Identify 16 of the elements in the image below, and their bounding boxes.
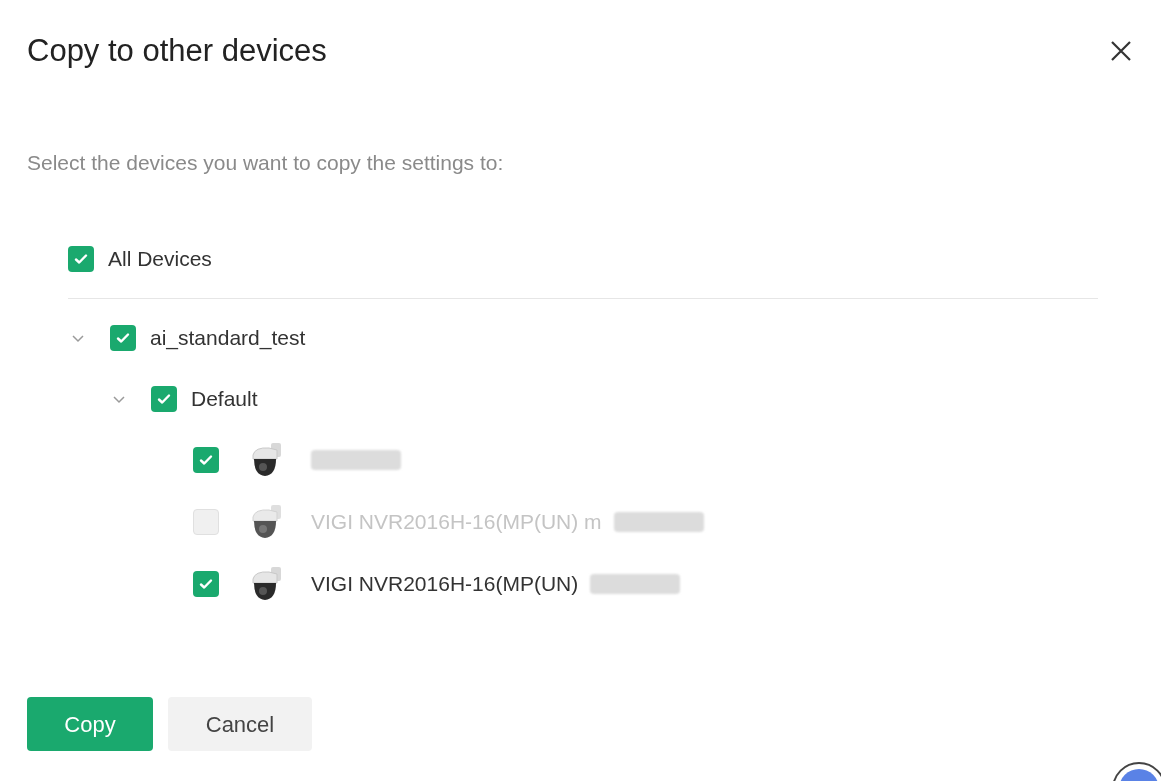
group-label: Default <box>191 385 258 412</box>
device-name: VIGI NVR2016H-16(MP(UN) m <box>311 509 602 536</box>
checkbox[interactable] <box>68 246 94 272</box>
check-icon <box>198 452 214 468</box>
check-icon <box>73 251 89 267</box>
checkbox[interactable] <box>110 324 136 351</box>
checkbox[interactable] <box>151 385 177 412</box>
checkbox[interactable] <box>193 571 219 597</box>
instruction-text: Select the devices you want to copy the settings to: <box>26 149 505 176</box>
all-devices-label: All Devices <box>108 246 212 273</box>
dialog-title: Copy to other devices <box>27 32 327 70</box>
checkbox[interactable] <box>193 447 219 473</box>
check-icon <box>198 576 214 592</box>
group-label: ai_standard_test <box>150 324 306 352</box>
device-name: VIGI NVR2016H-16(MP(UN) <box>311 571 579 598</box>
cancel-button[interactable]: Cancel <box>168 697 312 751</box>
